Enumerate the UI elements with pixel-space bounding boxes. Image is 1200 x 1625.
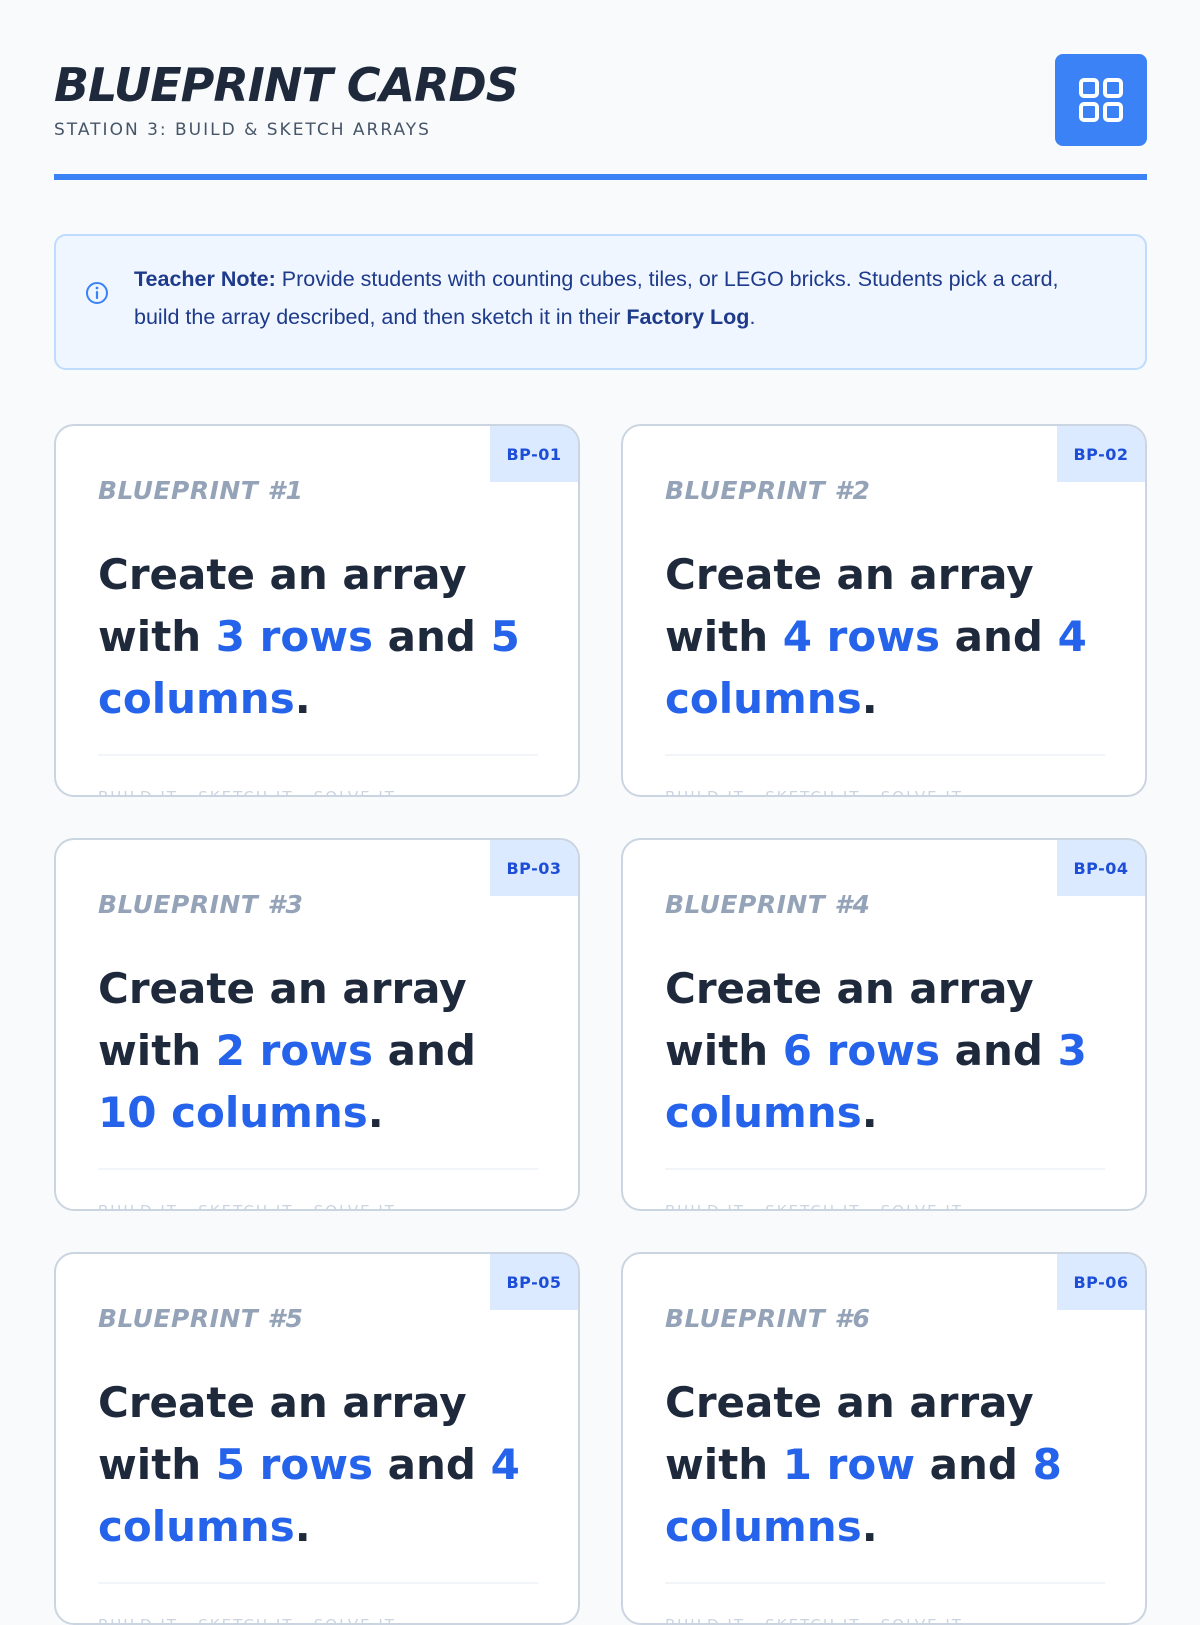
grid-icon [1079,78,1123,122]
card-label: BLUEPRINT #3 [98,890,304,919]
card-footer: BUILD IT · SKETCH IT · SOLVE IT [98,788,396,797]
grid-view-button[interactable] [1055,54,1147,146]
card-id-badge: BP-03 [490,840,578,896]
task-suffix: . [861,1088,878,1137]
task-rows: 2 rows [215,1026,374,1075]
card-divider [98,754,538,756]
card-id-badge: BP-02 [1057,426,1145,482]
blueprint-card[interactable]: BP-01 BLUEPRINT #1 Create an array with 3 … [54,424,580,797]
card-id-badge: BP-04 [1057,840,1145,896]
card-divider [665,1582,1105,1584]
card-divider [665,1168,1105,1170]
task-suffix: . [294,674,311,723]
task-joiner: and [915,1440,1033,1489]
card-footer: BUILD IT · SKETCH IT · SOLVE IT [98,1616,396,1625]
teacher-note: Teacher Note: Provide students with coun… [54,234,1147,370]
teacher-note-label: Teacher Note: [134,267,276,291]
task-joiner: and [373,1440,491,1489]
task-joiner: and [373,612,491,661]
card-id-badge: BP-05 [490,1254,578,1310]
card-label: BLUEPRINT #5 [98,1304,304,1333]
card-footer: BUILD IT · SKETCH IT · SOLVE IT [98,1202,396,1211]
task-suffix: . [861,674,878,723]
task-suffix: . [294,1502,311,1551]
task-suffix: . [861,1502,878,1551]
card-label: BLUEPRINT #2 [665,476,871,505]
page-title: BLUEPRINT CARDS [54,58,519,112]
task-joiner: and [940,612,1058,661]
card-label: BLUEPRINT #4 [665,890,871,919]
task-rows: 6 rows [782,1026,941,1075]
blueprint-card[interactable]: BP-03 BLUEPRINT #3 Create an array with 2 … [54,838,580,1211]
blueprint-card[interactable]: BP-06 BLUEPRINT #6 Create an array with 1 … [621,1252,1147,1625]
page-header: BLUEPRINT CARDS STATION 3: BUILD & SKETC… [54,52,1147,180]
task-rows: 4 rows [782,612,941,661]
task-columns: 10 columns [98,1088,368,1137]
teacher-note-end: . [749,305,756,329]
card-id-badge: BP-06 [1057,1254,1145,1310]
page-subtitle: STATION 3: BUILD & SKETCH ARRAYS [54,120,431,140]
task-rows: 1 row [782,1440,916,1489]
card-task: Create an array with 4 rows and 4 column… [665,544,1115,730]
blueprint-card[interactable]: BP-02 BLUEPRINT #2 Create an array with 4 … [621,424,1147,797]
blueprint-card[interactable]: BP-04 BLUEPRINT #4 Create an array with 6 … [621,838,1147,1211]
card-divider [98,1582,538,1584]
card-task: Create an array with 2 rows and 10 colum… [98,958,548,1144]
card-label: BLUEPRINT #1 [98,476,304,505]
card-footer: BUILD IT · SKETCH IT · SOLVE IT [665,788,963,797]
card-task: Create an array with 3 rows and 5 column… [98,544,548,730]
card-task: Create an array with 1 row and 8 columns… [665,1372,1115,1558]
card-label: BLUEPRINT #6 [665,1304,871,1333]
card-divider [98,1168,538,1170]
task-rows: 5 rows [215,1440,374,1489]
task-suffix: . [367,1088,384,1137]
card-task: Create an array with 5 rows and 4 column… [98,1372,548,1558]
card-task: Create an array with 6 rows and 3 column… [665,958,1115,1144]
factory-log-emphasis: Factory Log [626,305,750,329]
card-id-badge: BP-01 [490,426,578,482]
info-icon [86,282,108,304]
task-rows: 3 rows [215,612,374,661]
task-joiner: and [373,1026,476,1075]
card-footer: BUILD IT · SKETCH IT · SOLVE IT [665,1202,963,1211]
card-divider [665,754,1105,756]
task-joiner: and [940,1026,1058,1075]
card-footer: BUILD IT · SKETCH IT · SOLVE IT [665,1616,963,1625]
blueprint-card[interactable]: BP-05 BLUEPRINT #5 Create an array with 5 … [54,1252,580,1625]
teacher-note-text: Teacher Note: Provide students with coun… [134,260,1094,336]
